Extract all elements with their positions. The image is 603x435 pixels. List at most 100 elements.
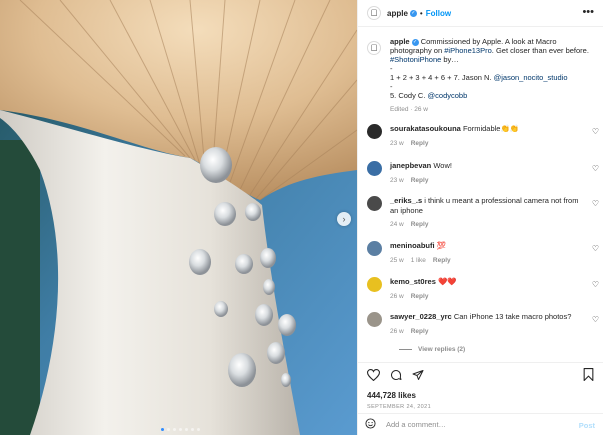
comment-heart-icon[interactable]: ♡ bbox=[592, 199, 599, 208]
post-details-panel:  apple ✓ • Follow •••  apple✓ Commissi… bbox=[357, 0, 603, 435]
comment-time: 24 w bbox=[390, 221, 404, 228]
comment-username[interactable]: _eriks_.s bbox=[390, 196, 422, 205]
comment-item: sourakatasoukouna Formidable👏👏 23 w Reply… bbox=[367, 124, 599, 147]
profile-avatar[interactable]:  bbox=[367, 6, 381, 20]
comment-heart-icon[interactable]: ♡ bbox=[592, 315, 599, 324]
comment-time: 25 w bbox=[390, 256, 404, 264]
apple-logo-icon:  bbox=[371, 43, 378, 53]
caption-credit-1: 1 + 2 + 3 + 4 + 6 + 7. Jason N. bbox=[390, 73, 492, 82]
emoji-icon bbox=[365, 417, 376, 429]
edited-label: Edited bbox=[390, 106, 409, 113]
comment-item: sawyer_0228_yrc Can iPhone 13 take macro… bbox=[367, 312, 599, 335]
edited-separator: · bbox=[410, 106, 413, 113]
add-comment-bar: Post bbox=[358, 413, 603, 435]
comment-heart-icon[interactable]: ♡ bbox=[592, 280, 599, 289]
carousel-indicator bbox=[161, 428, 200, 431]
carousel-dot bbox=[191, 428, 194, 431]
comment-heart-icon[interactable]: ♡ bbox=[592, 127, 599, 136]
commenter-avatar[interactable] bbox=[367, 241, 382, 256]
reply-button[interactable]: Reply bbox=[433, 257, 451, 264]
comment-username[interactable]: sawyer_0228_yrc bbox=[390, 312, 452, 321]
post-header:  apple ✓ • Follow ••• bbox=[358, 0, 603, 27]
comment-likes[interactable]: 1 like bbox=[411, 257, 426, 264]
emoji-button[interactable] bbox=[365, 417, 378, 432]
caption-avatar[interactable]:  bbox=[367, 41, 381, 55]
reply-button[interactable]: Reply bbox=[411, 221, 429, 228]
comment-item: _eriks_.s i think u meant a professional… bbox=[367, 196, 599, 228]
comment-time: 26 w bbox=[390, 292, 404, 300]
follow-button[interactable]: Follow bbox=[426, 9, 451, 18]
comment-heart-icon[interactable]: ♡ bbox=[592, 244, 599, 253]
post-date: SEPTEMBER 24, 2021 bbox=[367, 404, 432, 410]
comment-username[interactable]: meninoabufi bbox=[390, 241, 435, 250]
post-caption:  apple✓ Commissioned by Apple. A look a… bbox=[367, 37, 597, 113]
comment-username[interactable]: janepbevan bbox=[390, 161, 431, 170]
bookmark-icon bbox=[583, 368, 594, 381]
comment-item: meninoabufi 💯 25 w 1 like Reply ♡ bbox=[367, 241, 599, 264]
edited-time: 26 w bbox=[414, 106, 428, 113]
comment-text: Formidable👏👏 bbox=[462, 124, 520, 133]
next-slide-button[interactable]: › bbox=[337, 212, 351, 226]
reply-button[interactable]: Reply bbox=[411, 328, 429, 335]
post-comment-button[interactable]: Post bbox=[579, 421, 595, 430]
verified-badge-icon: ✓ bbox=[411, 38, 419, 46]
save-button[interactable] bbox=[583, 368, 596, 381]
view-replies-label: View replies (2) bbox=[418, 346, 466, 353]
mention-codycobb[interactable]: @codycobb bbox=[428, 91, 468, 100]
more-options-icon[interactable]: ••• bbox=[582, 6, 594, 18]
commenter-avatar[interactable] bbox=[367, 161, 382, 176]
caption-credit-2: 5. Cody C. bbox=[390, 91, 426, 100]
comment-item: janepbevan Wow! 23 w Reply ♡ bbox=[367, 161, 599, 184]
comment-text: Can iPhone 13 take macro photos? bbox=[453, 312, 572, 321]
comment-text: 💯 bbox=[436, 241, 447, 250]
reply-button[interactable]: Reply bbox=[411, 140, 429, 147]
chevron-right-icon: › bbox=[342, 213, 346, 224]
carousel-dot bbox=[179, 428, 182, 431]
share-button[interactable] bbox=[411, 369, 424, 382]
header-separator: • bbox=[419, 8, 423, 18]
header-username[interactable]: apple bbox=[387, 9, 408, 18]
caption-text-3: by… bbox=[441, 55, 459, 64]
replies-divider bbox=[399, 349, 412, 350]
comment-button[interactable] bbox=[389, 369, 402, 382]
carousel-dot bbox=[161, 428, 164, 431]
caption-dash-2: - bbox=[390, 82, 393, 91]
comment-text: Wow! bbox=[433, 161, 452, 170]
verified-badge-icon: ✓ bbox=[409, 9, 417, 17]
reply-button[interactable]: Reply bbox=[411, 293, 429, 300]
likes-count[interactable]: 444,728 likes bbox=[367, 391, 595, 400]
comment-time: 26 w bbox=[390, 327, 404, 335]
comment-heart-icon[interactable]: ♡ bbox=[592, 164, 599, 173]
apple-logo-icon:  bbox=[371, 8, 378, 18]
carousel-dot bbox=[167, 428, 170, 431]
share-icon bbox=[412, 370, 423, 380]
commenter-avatar[interactable] bbox=[367, 312, 382, 327]
caption-dash-1: - bbox=[390, 64, 393, 73]
commenter-avatar[interactable] bbox=[367, 277, 382, 292]
hashtag-iphone13pro[interactable]: #iPhone13Pro bbox=[444, 46, 492, 55]
post-image[interactable]: › bbox=[0, 0, 357, 435]
add-comment-input[interactable] bbox=[386, 420, 566, 429]
like-button[interactable] bbox=[367, 369, 380, 382]
comment-time: 23 w bbox=[390, 176, 404, 184]
comment-text: ❤️❤️ bbox=[437, 277, 457, 286]
caption-text: apple ✓ Commissioned by Apple. A look at … bbox=[390, 37, 597, 100]
comment-username[interactable]: kemo_st0res bbox=[390, 277, 436, 286]
reply-button[interactable]: Reply bbox=[411, 177, 429, 184]
hashtag-shotoniphone[interactable]: #ShotoniPhone bbox=[390, 55, 441, 64]
commenter-avatar[interactable] bbox=[367, 124, 382, 139]
caption-meta: Edited · 26 w bbox=[390, 106, 597, 113]
view-replies-button[interactable]: View replies (2) bbox=[399, 346, 465, 353]
mention-jason-nocito-studio[interactable]: @jason_nocito_studio bbox=[494, 73, 568, 82]
carousel-dot bbox=[173, 428, 176, 431]
caption-username[interactable]: apple bbox=[390, 37, 410, 46]
comment-item: kemo_st0res ❤️❤️ 26 w Reply ♡ bbox=[367, 277, 599, 300]
caption-text-2: . Get closer than ever before. bbox=[491, 46, 589, 55]
mushroom-macro-photo bbox=[0, 0, 357, 435]
heart-icon bbox=[367, 369, 380, 381]
carousel-dot bbox=[197, 428, 200, 431]
comment-username[interactable]: sourakatasoukouna bbox=[390, 124, 461, 133]
commenter-avatar[interactable] bbox=[367, 196, 382, 211]
comment-icon bbox=[390, 370, 401, 381]
carousel-dot bbox=[185, 428, 188, 431]
